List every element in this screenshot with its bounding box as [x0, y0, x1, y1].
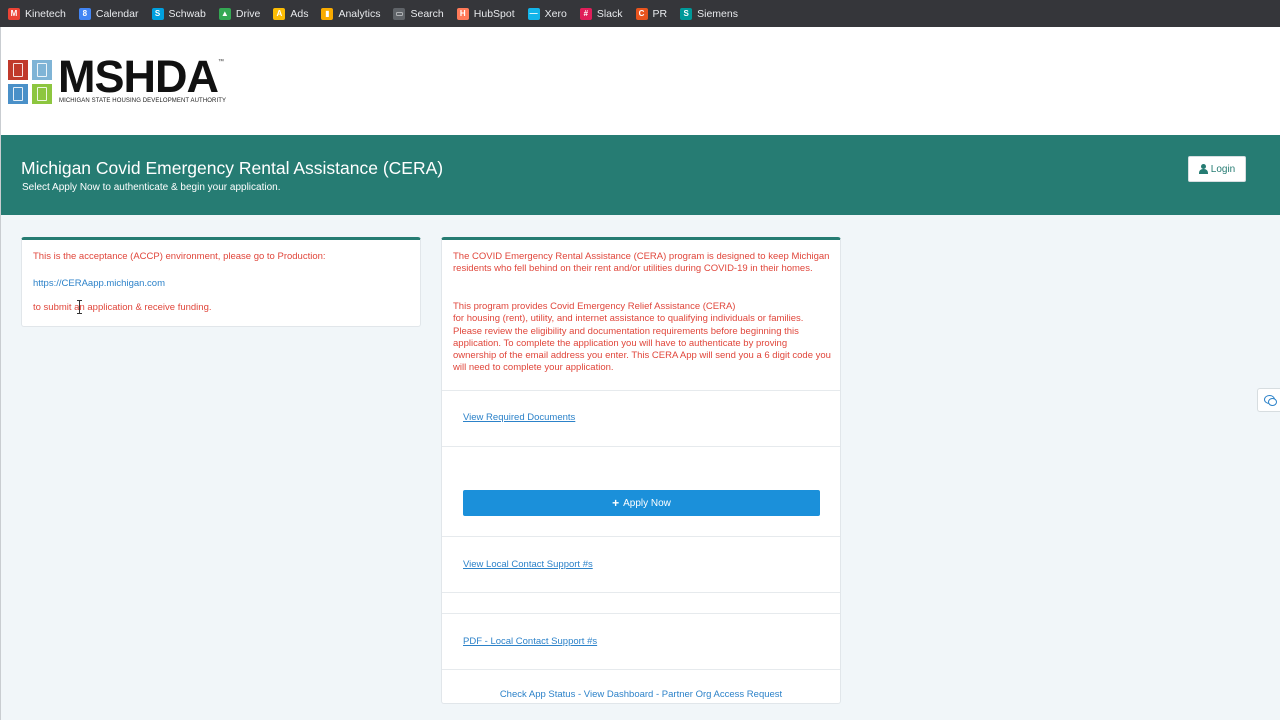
page-banner: Michigan Covid Emergency Rental Assistan…: [1, 135, 1280, 215]
bookmark-calendar[interactable]: 8 Calendar: [78, 7, 139, 20]
analytics-icon: ▮: [321, 7, 334, 20]
bookmark-label: Siemens: [697, 7, 738, 20]
bookmark-label: PR: [652, 7, 668, 20]
program-details-line1: This program provides Covid Emergency Re…: [453, 301, 736, 312]
logo-trademark: ™: [218, 59, 224, 65]
pdf-support-panel: PDF - Local Contact Support #s: [442, 613, 840, 670]
bookmark-label: Slack: [596, 7, 623, 20]
check-app-status-link[interactable]: Check App Status: [500, 689, 576, 700]
user-icon: [1198, 164, 1208, 174]
notice-line-3: to submit an application & receive fundi…: [33, 302, 212, 313]
logo-subtitle: MICHIGAN STATE HOUSING DEVELOPMENT AUTHO…: [59, 98, 227, 104]
page-subtitle: Select Apply Now to authenticate & begin…: [22, 182, 281, 193]
chat-widget-button[interactable]: [1257, 388, 1280, 412]
xero-icon: —: [527, 7, 540, 20]
bookmark-hubspot[interactable]: H HubSpot: [456, 7, 515, 20]
plus-icon: +: [612, 496, 620, 510]
header-logo-bar: MSHDA ™ MICHIGAN STATE HOUSING DEVELOPME…: [1, 27, 1280, 135]
page: MSHDA ™ MICHIGAN STATE HOUSING DEVELOPME…: [0, 27, 1280, 720]
footer-links: Check App Status - View Dashboard - Part…: [442, 689, 840, 700]
logo-wordmark[interactable]: MSHDA: [58, 54, 219, 99]
apply-now-button[interactable]: + Apply Now: [463, 490, 820, 516]
program-info-card: The COVID Emergency Rental Assistance (C…: [441, 237, 841, 704]
bookmark-analytics[interactable]: ▮ Analytics: [321, 7, 381, 20]
bookmark-xero[interactable]: — Xero: [527, 7, 567, 20]
bookmark-label: Schwab: [168, 7, 206, 20]
required-documents-panel: View Required Documents: [442, 390, 840, 447]
bookmark-label: Kinetech: [25, 7, 66, 20]
footer-separator: -: [653, 689, 662, 700]
bookmarks-bar: M Kinetech 8 Calendar S Schwab ▲ Drive A Ads ▮ Anal…: [0, 0, 1280, 27]
bookmark-search[interactable]: ▭ Search: [393, 7, 444, 20]
program-details-body: for housing (rent), utility, and interne…: [453, 313, 831, 374]
login-button[interactable]: Login: [1188, 156, 1246, 182]
gmail-icon: M: [8, 7, 20, 20]
bookmark-kinetech[interactable]: M Kinetech: [8, 7, 66, 20]
bookmark-label: HubSpot: [473, 7, 515, 20]
apply-now-label: Apply Now: [623, 497, 671, 509]
search-console-icon: ▭: [393, 7, 406, 20]
partner-org-access-link[interactable]: Partner Org Access Request: [662, 689, 782, 700]
pdf-local-support-link[interactable]: PDF - Local Contact Support #s: [463, 636, 597, 647]
bookmark-pr[interactable]: C PR: [635, 7, 668, 20]
pr-icon: C: [635, 7, 648, 20]
hubspot-icon: H: [456, 7, 469, 20]
bookmark-schwab[interactable]: S Schwab: [151, 7, 206, 20]
calendar-icon: 8: [78, 7, 91, 20]
slack-icon: #: [579, 7, 592, 20]
bookmark-label: Xero: [544, 7, 567, 20]
local-support-panel: View Local Contact Support #s: [442, 536, 840, 593]
page-title: Michigan Covid Emergency Rental Assistan…: [21, 158, 444, 178]
bookmark-drive[interactable]: ▲ Drive: [218, 7, 261, 20]
bookmark-label: Search: [410, 7, 444, 20]
schwab-icon: S: [151, 7, 164, 20]
bookmark-label: Drive: [235, 7, 261, 20]
ads-icon: A: [273, 7, 286, 20]
text-cursor-icon: [77, 300, 83, 314]
program-details: This program provides Covid Emergency Re…: [453, 301, 831, 375]
chat-icon: [1263, 395, 1277, 406]
bookmark-label: Ads: [290, 7, 309, 20]
drive-icon: ▲: [218, 7, 231, 20]
bookmark-slack[interactable]: # Slack: [579, 7, 623, 20]
view-dashboard-link[interactable]: View Dashboard: [584, 689, 654, 700]
siemens-icon: S: [680, 7, 693, 20]
notice-line-1: This is the acceptance (ACCP) environmen…: [33, 251, 326, 262]
bookmark-label: Calendar: [95, 7, 139, 20]
bookmark-siemens[interactable]: S Siemens: [680, 7, 738, 20]
production-link[interactable]: https://CERAapp.michigan.com: [33, 278, 165, 289]
view-required-documents-link[interactable]: View Required Documents: [463, 412, 575, 423]
footer-separator: -: [575, 689, 584, 700]
mshda-logo-icon[interactable]: [8, 60, 53, 105]
bookmark-ads[interactable]: A Ads: [273, 7, 309, 20]
login-label: Login: [1210, 163, 1236, 175]
program-description: The COVID Emergency Rental Assistance (C…: [453, 251, 830, 275]
view-local-support-link[interactable]: View Local Contact Support #s: [463, 559, 593, 570]
environment-notice-card: This is the acceptance (ACCP) environmen…: [21, 237, 421, 327]
bookmark-label: Analytics: [338, 7, 381, 20]
